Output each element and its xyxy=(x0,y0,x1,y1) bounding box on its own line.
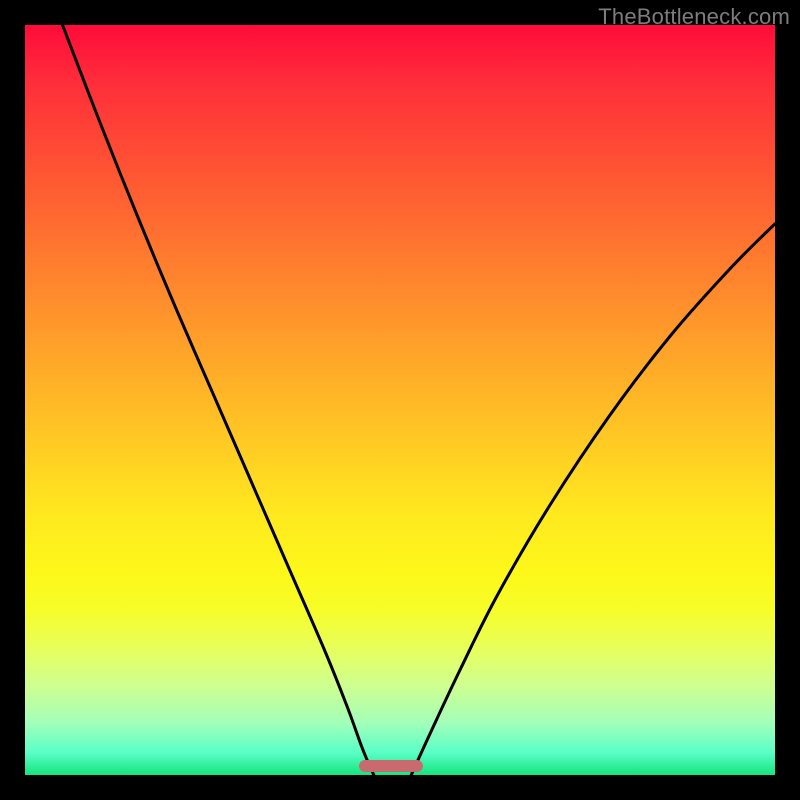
curve-layer xyxy=(25,25,775,775)
watermark-text: TheBottleneck.com xyxy=(598,4,790,30)
bottleneck-marker xyxy=(359,760,423,772)
plot-area xyxy=(25,25,775,775)
curve-left-branch xyxy=(63,25,374,775)
curve-right-branch xyxy=(411,224,775,775)
chart-frame: TheBottleneck.com xyxy=(0,0,800,800)
